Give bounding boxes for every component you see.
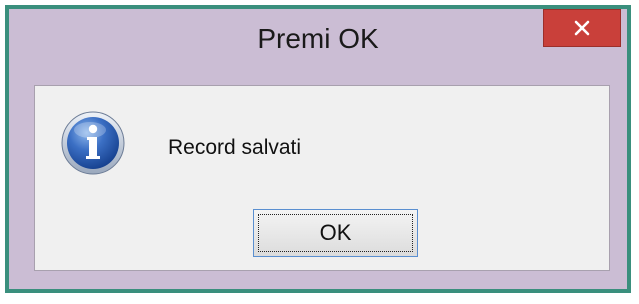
- ok-button-label: OK: [319, 220, 352, 245]
- title-bar: Premi OK: [9, 9, 627, 81]
- dialog-title: Premi OK: [257, 23, 379, 54]
- dialog-message: Record salvati: [168, 136, 302, 159]
- close-button[interactable]: [543, 9, 621, 47]
- message-dialog: Premi OK Record salvati OK: [5, 5, 631, 293]
- dialog-body: Record salvati OK: [34, 85, 610, 271]
- ok-button[interactable]: OK: [253, 209, 418, 257]
- close-icon: [574, 20, 590, 36]
- info-icon: [60, 110, 126, 176]
